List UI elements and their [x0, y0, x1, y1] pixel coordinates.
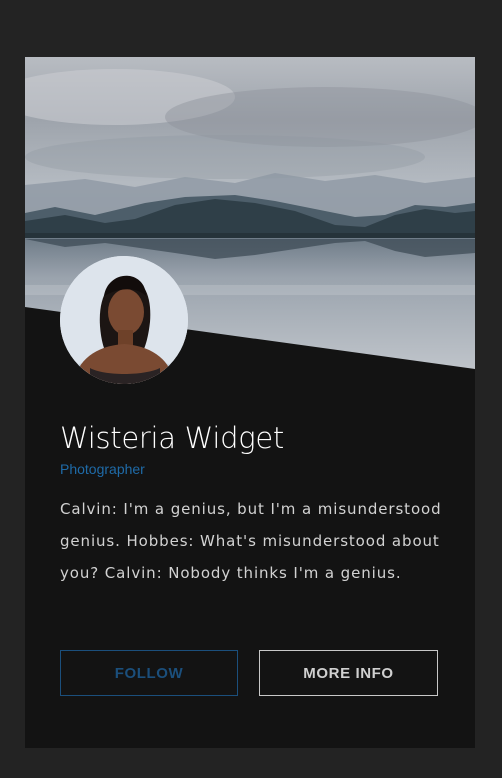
profile-bio: Calvin: I'm a genius, but I'm a misunder…: [60, 500, 442, 582]
follow-button[interactable]: FOLLOW: [60, 650, 238, 696]
profile-card: Wisteria Widget Photographer Calvin: I'm…: [25, 57, 475, 748]
avatar: [60, 256, 188, 384]
profile-role: Photographer: [60, 461, 145, 477]
profile-name: Wisteria Widget: [60, 421, 285, 455]
more-info-button[interactable]: MORE INFO: [259, 650, 438, 696]
